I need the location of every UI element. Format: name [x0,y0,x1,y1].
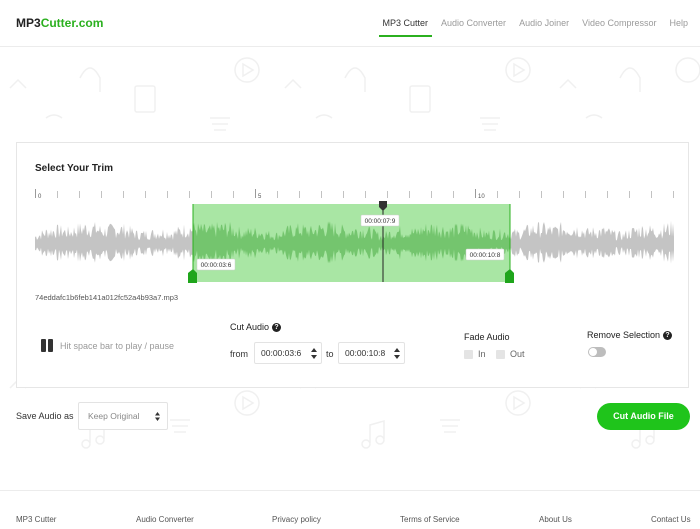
nav-help[interactable]: Help [669,0,688,47]
cut-audio-label-text: Cut Audio [230,322,270,332]
save-audio-label: Save Audio as [16,411,74,421]
remove-selection-toggle[interactable] [588,347,606,357]
fade-in-checkbox[interactable]: In [464,349,486,359]
footer-link-mp3-cutter[interactable]: MP3 Cutter [16,515,56,524]
fade-out-checkbox[interactable]: Out [496,349,525,359]
fade-audio-label: Fade Audio [464,332,510,342]
start-time-value: 00:00:03:6 [261,348,302,358]
timeline-ruler: 0 5 10 [35,189,674,200]
output-format-select[interactable]: Keep Original [78,402,168,430]
footer-link-about-us[interactable]: About Us [539,515,572,524]
footer-link-terms-of-service[interactable]: Terms of Service [400,515,460,524]
logo-prefix: MP3 [16,16,41,30]
site-footer: MP3 Cutter Audio Converter Privacy polic… [0,490,700,529]
trim-panel: Select Your Trim 0 5 10 00:00:07:9 00:00:0… [16,142,689,388]
playhead-time-label: 00:00:07:9 [365,218,396,225]
fade-out-checkbox-box[interactable] [496,349,505,359]
nav-audio-joiner[interactable]: Audio Joiner [519,0,569,47]
cut-audio-file-button[interactable]: Cut Audio File [597,403,690,430]
end-time-value: 00:00:10:8 [345,348,386,358]
play-pause-control[interactable]: Hit space bar to play / pause [41,339,174,352]
remove-selection-label-text: Remove Selection [587,330,661,340]
end-time-label: 00:00:10:8 [470,252,501,259]
waveform-unselected-left [35,222,193,263]
start-time-input[interactable]: 00:00:03:6 [254,342,322,364]
nav-video-compressor[interactable]: Video Compressor [582,0,656,47]
nav-mp3-cutter[interactable]: MP3 Cutter [378,0,432,47]
audio-filename: 74eddafc1b6feb141a012fc52a4b93a7.mp3 [35,293,179,302]
select-arrows-icon [155,412,160,421]
end-time-stepper-icon[interactable] [394,348,400,359]
remove-selection-label: Remove Selection ? [587,330,673,340]
to-label: to [326,349,334,359]
footer-link-contact-us[interactable]: Contact Us [651,515,691,524]
main-nav: MP3 Cutter Audio Converter Audio Joiner … [370,0,688,47]
output-format-value: Keep Original [88,411,140,421]
start-time-label: 00:00:03:6 [201,262,232,269]
footer-link-audio-converter[interactable]: Audio Converter [136,515,194,524]
nav-audio-converter[interactable]: Audio Converter [441,0,506,47]
cut-audio-label: Cut Audio ? [230,322,282,332]
fade-out-label: Out [510,349,525,359]
remove-selection-help-icon[interactable]: ? [663,330,673,340]
ruler-label: 0 [38,194,42,200]
from-label: from [230,349,248,359]
end-time-input[interactable]: 00:00:10:8 [338,342,405,364]
site-header: MP3Cutter.com MP3 Cutter Audio Converter… [0,0,700,47]
footer-link-privacy-policy[interactable]: Privacy policy [272,515,321,524]
waveform-unselected-right [510,220,674,264]
site-logo[interactable]: MP3Cutter.com [16,16,103,30]
fade-in-label: In [478,349,486,359]
panel-title: Select Your Trim [35,163,113,174]
logo-suffix: Cutter.com [40,16,104,30]
fade-in-checkbox-box[interactable] [464,349,473,359]
ruler-label: 10 [478,194,485,200]
audio-waveform[interactable]: 0 5 10 00:00:07:9 00:00:03:6 00:00:10:8 [35,189,674,284]
play-hint-text: Hit space bar to play / pause [60,340,175,351]
pause-icon[interactable] [41,339,54,352]
cut-audio-help-icon[interactable]: ? [272,322,282,332]
start-time-stepper-icon[interactable] [311,348,317,359]
ruler-label: 5 [258,194,262,200]
